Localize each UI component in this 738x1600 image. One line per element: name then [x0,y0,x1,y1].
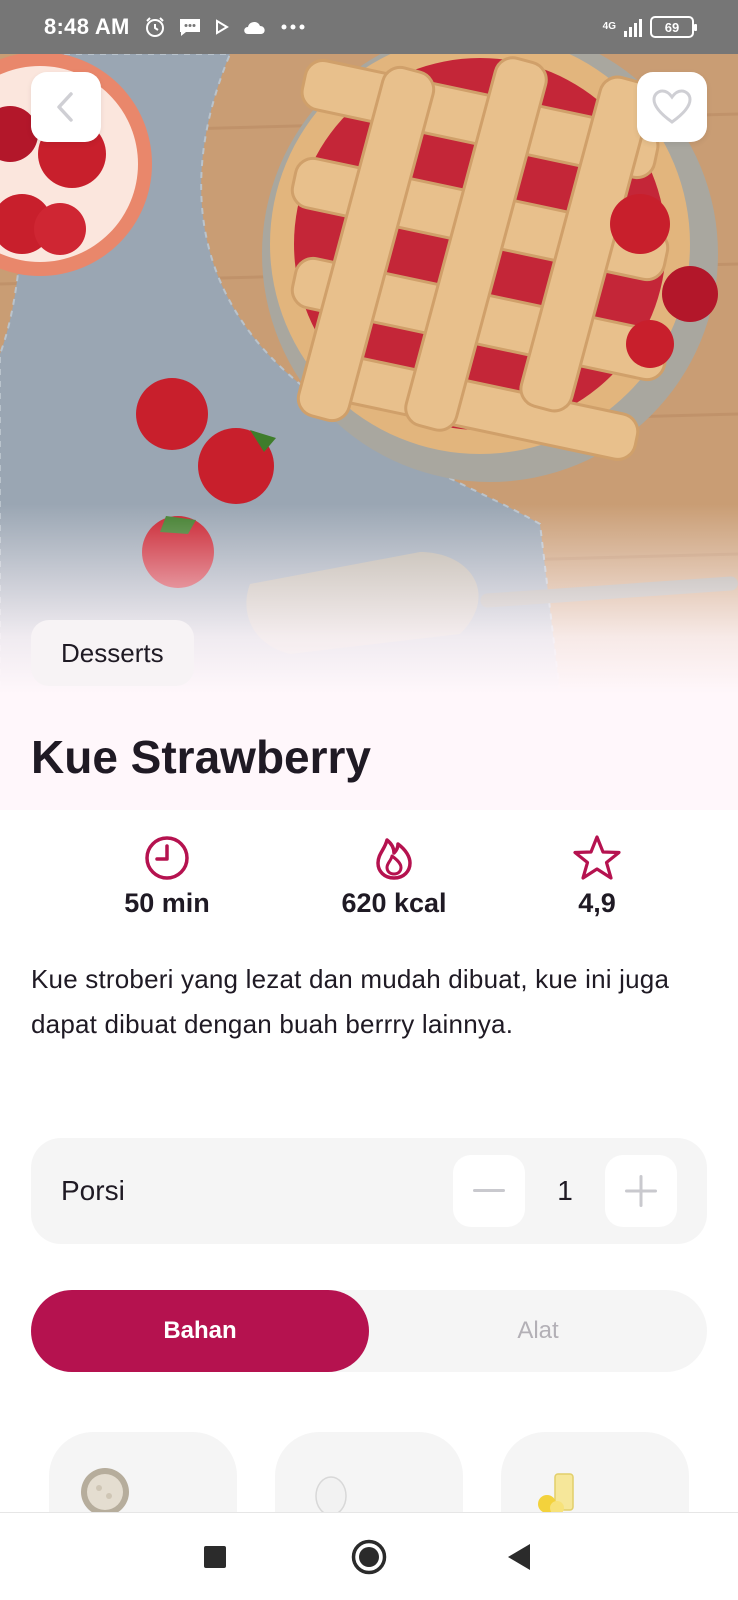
ingredients-tools-tabs: Bahan Alat [31,1290,707,1372]
ingredient-card[interactable] [275,1432,463,1512]
recipe-hero-image [0,54,738,694]
more-icon [281,24,305,30]
status-time: 8:48 AM [44,14,130,39]
status-bar: 8:48 AM 4G 69 [0,0,738,54]
portion-stepper: 1 [453,1155,677,1227]
recent-apps-button[interactable] [193,1535,237,1579]
egg-icon [315,1476,347,1512]
flour-icon [81,1468,129,1512]
battery-icon: 69 [650,16,697,38]
stat-calories: 620 kcal [294,834,494,919]
plus-icon [625,1175,657,1207]
increase-portion-button[interactable] [605,1155,677,1227]
ingredient-list [0,1432,738,1512]
stat-calories-value: 620 kcal [341,888,447,918]
alarm-icon [145,17,164,37]
fire-icon [376,838,412,880]
lemonade-icon [538,1473,574,1512]
back-button[interactable] [31,72,101,142]
home-button[interactable] [347,1535,391,1579]
favorite-button[interactable] [637,72,707,142]
star-icon [573,835,621,880]
decrease-portion-button[interactable] [453,1155,525,1227]
ingredient-card[interactable] [501,1432,689,1512]
recipe-title: Kue Strawberry [31,731,372,783]
network-type: 4G [602,21,616,32]
signal-icon [624,17,642,37]
back-nav-button[interactable] [498,1535,542,1579]
chevron-left-icon [57,92,73,122]
stat-rating: 4,9 [497,834,697,919]
category-label: Desserts [61,637,164,668]
portion-value: 1 [557,1175,573,1206]
recipe-stats: 50 min 620 kcal 4,9 [0,834,738,924]
home-circle-icon [351,1539,387,1575]
message-icon [179,19,200,36]
status-notification-icons [144,16,306,38]
portion-selector: Porsi 1 [31,1138,707,1244]
triangle-back-icon [508,1544,530,1570]
cloud-icon [243,21,265,34]
battery-level: 69 [664,19,680,35]
square-icon [204,1546,226,1568]
clock-icon [145,836,189,880]
stat-time: 50 min [67,834,267,919]
stat-time-value: 50 min [124,888,210,918]
heart-icon [652,89,692,124]
portion-label: Porsi [61,1175,125,1206]
ingredient-card[interactable] [49,1432,237,1512]
category-chip: Desserts [31,620,194,686]
minus-icon [473,1189,505,1192]
recipe-description: Kue stroberi yang lezat dan mudah dibuat… [31,964,670,1039]
status-system-icons: 4G 69 [602,16,697,38]
play-icon [215,19,229,35]
system-navigation-bar [0,1512,738,1600]
tab-alat[interactable]: Alat [369,1290,707,1372]
tab-bahan[interactable]: Bahan [31,1290,369,1372]
stat-rating-value: 4,9 [578,888,616,918]
